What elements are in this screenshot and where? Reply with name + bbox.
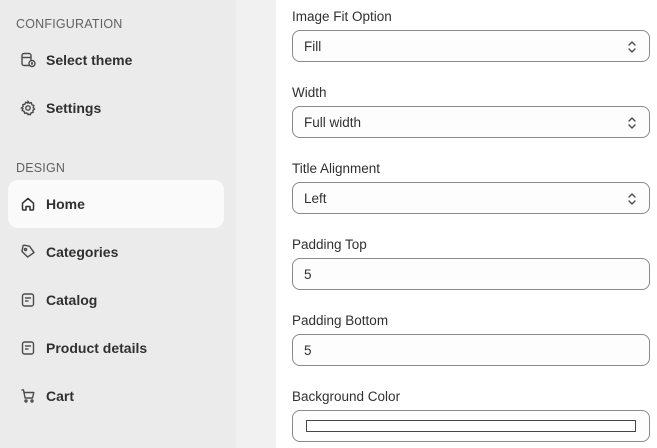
- settings-form: Image Fit Option Fill Width Full width T…: [276, 0, 657, 448]
- sidebar-item-catalog[interactable]: Catalog: [8, 276, 224, 324]
- sidebar: CONFIGURATION Select theme Settings DESI…: [0, 0, 236, 448]
- sidebar-item-label: Select theme: [46, 52, 133, 68]
- image-fit-label: Image Fit Option: [292, 9, 392, 24]
- design-section-label: DESIGN: [16, 161, 66, 175]
- background-color-swatch[interactable]: [306, 420, 636, 432]
- width-select[interactable]: Full width: [292, 106, 650, 138]
- sidebar-item-label: Product details: [46, 340, 148, 356]
- cart-icon: [20, 388, 36, 404]
- width-value: Full width: [304, 114, 362, 130]
- app-root: CONFIGURATION Select theme Settings DESI…: [0, 0, 657, 448]
- tag-icon: [20, 244, 36, 260]
- sidebar-item-label: Catalog: [46, 292, 98, 308]
- image-fit-value: Fill: [304, 38, 322, 54]
- configuration-section-label: CONFIGURATION: [16, 17, 123, 31]
- panel-divider: [236, 0, 276, 448]
- chevron-up-down-icon: [628, 193, 636, 205]
- sidebar-item-cart[interactable]: Cart: [8, 372, 224, 420]
- sidebar-item-label: Categories: [46, 244, 119, 260]
- padding-bottom-value: 5: [304, 342, 312, 358]
- chevron-up-down-icon: [628, 41, 636, 53]
- background-color-input[interactable]: [292, 410, 650, 442]
- sidebar-item-product-details[interactable]: Product details: [8, 324, 224, 372]
- padding-bottom-label: Padding Bottom: [292, 313, 389, 328]
- title-alignment-label: Title Alignment: [292, 161, 381, 176]
- sidebar-item-label: Home: [46, 196, 85, 212]
- chevron-up-down-icon: [628, 117, 636, 129]
- product-details-icon: [20, 340, 36, 356]
- title-alignment-select[interactable]: Left: [292, 182, 650, 214]
- image-fit-select[interactable]: Fill: [292, 30, 650, 62]
- sidebar-item-label: Cart: [46, 388, 75, 404]
- background-color-label: Background Color: [292, 389, 401, 404]
- width-label: Width: [292, 85, 327, 100]
- sidebar-item-select-theme[interactable]: Select theme: [8, 36, 224, 84]
- sidebar-item-settings[interactable]: Settings: [8, 84, 224, 132]
- theme-icon: [20, 52, 36, 68]
- padding-bottom-input[interactable]: 5: [292, 334, 650, 366]
- padding-top-input[interactable]: 5: [292, 258, 650, 290]
- padding-top-label: Padding Top: [292, 237, 367, 252]
- sidebar-item-categories[interactable]: Categories: [8, 228, 224, 276]
- gear-icon: [20, 100, 36, 116]
- sidebar-item-home[interactable]: Home: [8, 180, 224, 228]
- home-icon: [20, 196, 36, 212]
- title-alignment-value: Left: [304, 190, 327, 206]
- sidebar-item-label: Settings: [46, 100, 102, 116]
- catalog-icon: [20, 292, 36, 308]
- padding-top-value: 5: [304, 266, 312, 282]
